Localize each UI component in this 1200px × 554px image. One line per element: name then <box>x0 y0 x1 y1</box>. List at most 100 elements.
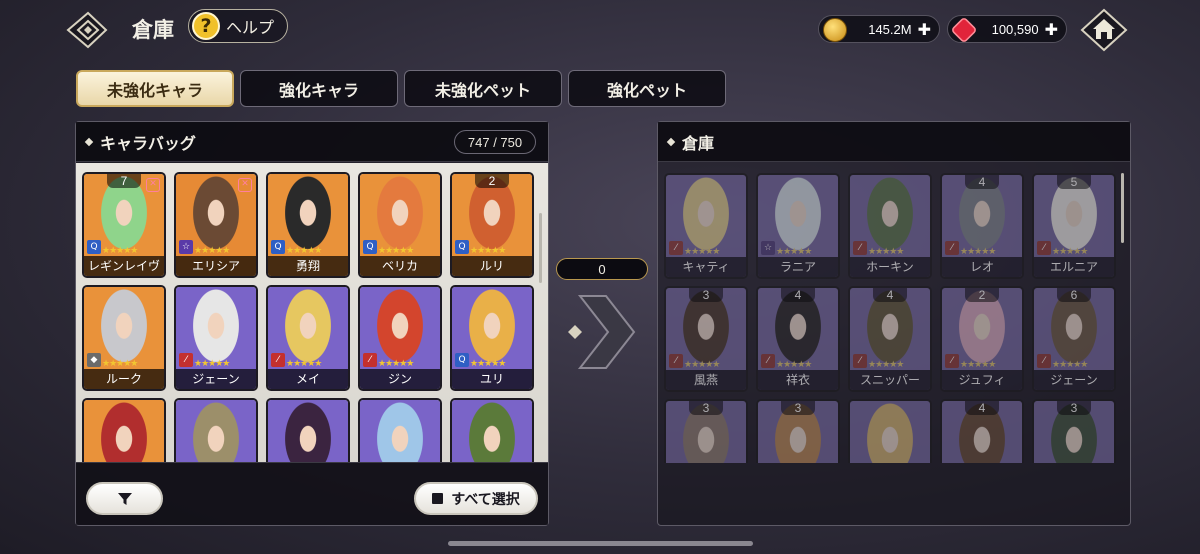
character-card[interactable]: ☆ ★★★★★ ラニア <box>756 173 840 279</box>
star-rating: ★★★★★ <box>194 359 230 369</box>
gold-coin-icon <box>823 18 847 42</box>
character-card[interactable]: ◆ ★★★★★ ルーク <box>82 285 166 391</box>
bag-scrollbar[interactable] <box>539 213 542 283</box>
character-card[interactable]: ★★★★★ <box>450 398 534 463</box>
filter-funnel-icon <box>117 492 132 505</box>
class-icon: ☆ <box>761 241 775 255</box>
character-card[interactable]: 2 ⁄ ★★★★★ ジュフィ <box>940 286 1024 392</box>
character-portrait <box>850 401 930 463</box>
tab-unenhanced-pets[interactable]: 未強化ペット <box>404 70 562 107</box>
character-name: レオ <box>942 257 1022 277</box>
home-icon <box>1080 8 1128 52</box>
star-rating: ★★★★★ <box>1052 360 1088 370</box>
character-name: ユリ <box>452 369 532 389</box>
class-icon: ⁄ <box>363 353 377 367</box>
character-card[interactable]: ⁄ ★★★★★ メイ <box>266 285 350 391</box>
character-card[interactable]: 3★★★★★ <box>664 399 748 463</box>
select-all-button[interactable]: すべて選択 <box>414 482 538 515</box>
class-icon: Q <box>87 240 101 254</box>
character-card[interactable]: 6 ⁄ ★★★★★ ジェーン <box>1032 286 1116 392</box>
character-bag-header: キャラバッグ 747 / 750 <box>76 122 548 162</box>
character-card[interactable]: 3 ⁄ ★★★★★ 風燕 <box>664 286 748 392</box>
character-card[interactable]: Q ★★★★★ ベリカ <box>358 172 442 278</box>
star-rating: ★★★★★ <box>1052 247 1088 257</box>
top-bar: 倉庫 ? ヘルプ 145.2M ✚ 100,590 ✚ <box>0 0 1200 60</box>
character-card[interactable]: 4 ⁄ ★★★★★ 祥衣 <box>756 286 840 392</box>
character-card[interactable]: Q★★★★★ <box>82 398 166 463</box>
character-card[interactable]: ⁄ ★★★★★ ジン <box>358 285 442 391</box>
character-name: ルーク <box>84 369 164 389</box>
tab-enhanced-pets[interactable]: 強化ペット <box>568 70 726 107</box>
transfer-count: 0 <box>556 258 648 280</box>
add-gold-button[interactable]: ✚ <box>918 20 931 39</box>
storage-header: 倉庫 <box>658 122 1130 162</box>
star-rating: ★★★★★ <box>102 246 138 256</box>
class-icon: ⁄ <box>669 241 683 255</box>
character-name: ジェーン <box>176 369 256 389</box>
help-label: ヘルプ <box>226 18 275 37</box>
star-rating: ★★★★★ <box>470 246 506 256</box>
character-card[interactable]: Q ★★★★★ ユリ <box>450 285 534 391</box>
tab-enhanced-characters[interactable]: 強化キャラ <box>240 70 398 107</box>
character-name: スニッパー <box>850 370 930 390</box>
storage-title: 倉庫 <box>682 133 715 153</box>
star-rating: ★★★★★ <box>868 247 904 257</box>
gold-currency: 145.2M ✚ <box>818 15 940 43</box>
transfer-button[interactable] <box>566 292 638 372</box>
character-card[interactable]: 4 ⁄ ★★★★★ スニッパー <box>848 286 932 392</box>
home-indicator <box>448 541 753 546</box>
character-count: 4 <box>965 401 999 415</box>
class-icon: ⁄ <box>1037 241 1051 255</box>
character-count: 3 <box>1057 401 1091 415</box>
character-name: ホーキン <box>850 257 930 277</box>
character-count: 5 <box>1057 175 1091 189</box>
character-card[interactable]: ⁄ ★★★★★ ジェーン <box>174 285 258 391</box>
character-bag-grid[interactable]: 7 ✕ Q ★★★★★ レギンレイヴ ✕ ☆ ★★★★★ エリシア Q ★★★★★ 勇翔 Q ★★★★★ ベ… <box>76 163 548 463</box>
character-card[interactable]: ★★★★★ <box>266 398 350 463</box>
character-card[interactable]: ★★★★★ <box>358 398 442 463</box>
character-count: 2 <box>965 288 999 302</box>
character-card[interactable]: 2 Q ★★★★★ ルリ <box>450 172 534 278</box>
character-card[interactable]: Q ★★★★★ 勇翔 <box>266 172 350 278</box>
character-name: エリシア <box>176 256 256 276</box>
diamond-icon <box>666 137 676 146</box>
ruby-gem-icon <box>950 16 978 44</box>
storage-grid[interactable]: ⁄ ★★★★★ キャティ ☆ ★★★★★ ラニア ⁄ ★★★★★ ホーキン 4 ⁄ ★★★★★ レオ 5 ⁄… <box>658 163 1130 463</box>
character-count: 3 <box>781 401 815 415</box>
character-name: ジェーン <box>1034 370 1114 390</box>
character-card[interactable]: 7 ✕ Q ★★★★★ レギンレイヴ <box>82 172 166 278</box>
gold-value: 145.2M <box>868 21 912 37</box>
character-card[interactable]: 3★★★★★ <box>1032 399 1116 463</box>
class-icon: ☆ <box>179 240 193 254</box>
help-button[interactable]: ? ヘルプ <box>188 9 288 43</box>
filter-button[interactable] <box>86 482 163 515</box>
character-name: ジュフィ <box>942 370 1022 390</box>
tab-unenhanced-characters[interactable]: 未強化キャラ <box>76 70 234 107</box>
character-card[interactable]: ⁄ ★★★★★ ホーキン <box>848 173 932 279</box>
character-count: 2 <box>475 174 509 188</box>
class-icon: Q <box>455 353 469 367</box>
back-button[interactable] <box>64 10 110 50</box>
character-card[interactable]: ★★★★★ <box>848 399 932 463</box>
question-icon: ? <box>192 12 220 40</box>
character-card[interactable]: 4 ⁄ ★★★★★ レオ <box>940 173 1024 279</box>
tab-bar: 未強化キャラ 強化キャラ 未強化ペット 強化ペット <box>76 70 726 107</box>
character-card[interactable]: ⁄ ★★★★★ キャティ <box>664 173 748 279</box>
home-button[interactable] <box>1080 8 1128 52</box>
star-rating: ★★★★★ <box>776 247 812 257</box>
add-gem-button[interactable]: ✚ <box>1045 20 1058 39</box>
character-bag-panel: キャラバッグ 747 / 750 7 ✕ Q ★★★★★ レギンレイヴ ✕ ☆ ★★★★★ エリ… <box>75 121 549 526</box>
gem-value: 100,590 <box>991 21 1039 37</box>
character-card[interactable]: 4★★★★★ <box>940 399 1024 463</box>
storage-scrollbar[interactable] <box>1121 173 1124 243</box>
character-card[interactable]: 3★★★★★ <box>756 399 840 463</box>
character-name: 祥衣 <box>758 370 838 390</box>
character-name: エルニア <box>1034 257 1114 277</box>
character-card[interactable]: ✕ ☆ ★★★★★ エリシア <box>174 172 258 278</box>
character-count: 3 <box>689 401 723 415</box>
favorite-mark-icon: ✕ <box>146 178 160 192</box>
character-card[interactable]: ★★★★★ <box>174 398 258 463</box>
character-name: ジン <box>360 369 440 389</box>
character-portrait <box>452 400 532 463</box>
character-card[interactable]: 5 ⁄ ★★★★★ エルニア <box>1032 173 1116 279</box>
